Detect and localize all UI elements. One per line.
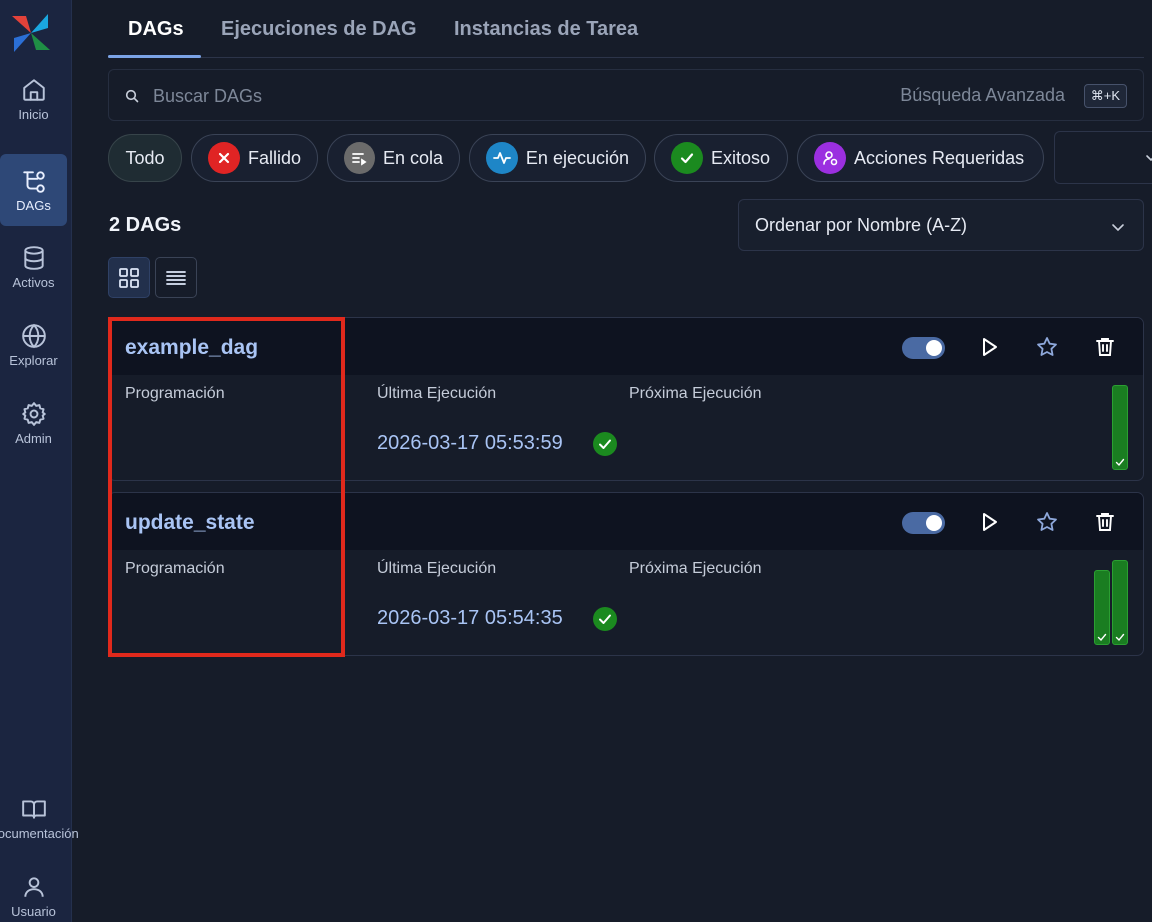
schedule-label: Programación	[125, 385, 225, 402]
advanced-search-link[interactable]: Búsqueda Avanzada	[900, 85, 1065, 106]
trash-icon	[1096, 513, 1114, 531]
book-icon	[21, 799, 46, 819]
play-icon	[983, 513, 997, 531]
globe-icon	[21, 323, 46, 348]
dag-card: update_state Programación Última Ejecuci…	[108, 492, 1144, 656]
filter-todo[interactable]: Todo	[108, 134, 182, 182]
search-shortcut-badge: ⌘+K	[1083, 84, 1127, 108]
success-icon	[593, 432, 617, 456]
sort-select[interactable]: Ordenar por Nombre (A-Z)	[738, 199, 1144, 251]
sidebar-item-label: Activos	[12, 274, 55, 290]
favorite-button[interactable]	[1035, 510, 1059, 534]
tab-ejecuciones-de-dag[interactable]: Ejecuciones de DAG	[221, 18, 417, 41]
search-bar: Búsqueda Avanzada ⌘+K	[108, 69, 1144, 121]
tab-bar: DAGs Ejecuciones de DAG Instancias de Ta…	[108, 0, 1144, 58]
star-icon	[1037, 512, 1057, 531]
success-icon	[593, 607, 617, 631]
user-icon	[23, 876, 44, 897]
sidebar-item-usuario[interactable]: Usuario	[0, 860, 67, 922]
sidebar-item-inicio[interactable]: Inicio	[0, 63, 67, 135]
dag-pause-toggle[interactable]	[902, 512, 945, 534]
filter-fallido[interactable]: Fallido	[191, 134, 318, 182]
trash-icon	[1096, 338, 1114, 356]
next-run-label: Próxima Ejecución	[629, 560, 762, 577]
sidebar: Inicio DAGs Activos Explorar Admin Docum…	[0, 0, 79, 922]
filter-label: Fallido	[247, 147, 301, 168]
filter-exitoso[interactable]: Exitoso	[654, 134, 788, 182]
check-icon	[1115, 633, 1125, 642]
check-icon	[671, 142, 703, 174]
card-view-button[interactable]	[108, 257, 150, 298]
sidebar-item-label: Explorar	[9, 352, 58, 368]
queue-icon	[344, 142, 375, 174]
last-run-date[interactable]: 2026-03-17 05:53:59	[377, 432, 563, 455]
filter-en-ejecucion[interactable]: En ejecución	[469, 134, 646, 182]
dag-card-header: update_state	[109, 493, 1143, 550]
chevron-down-icon	[1146, 155, 1152, 162]
dag-pause-toggle[interactable]	[902, 337, 945, 359]
next-run-label: Próxima Ejecución	[629, 385, 762, 402]
filter-label: Acciones Requeridas	[854, 147, 1025, 168]
schedule-label: Programación	[125, 560, 225, 577]
home-icon	[22, 78, 45, 101]
favorite-button[interactable]	[1035, 335, 1059, 359]
filter-en-cola[interactable]: En cola	[327, 134, 460, 182]
chevron-down-icon	[1112, 224, 1124, 232]
tab-instancias-de-tarea[interactable]: Instancias de Tarea	[454, 18, 638, 41]
x-icon	[208, 142, 240, 174]
search-input[interactable]	[153, 82, 753, 110]
dag-count: 2 DAGs	[109, 214, 182, 236]
grid-icon	[119, 267, 139, 288]
sidebar-item-dags[interactable]: DAGs	[0, 154, 67, 226]
sidebar-item-label: DAGs	[16, 197, 51, 213]
activity-icon	[486, 142, 518, 174]
recent-run-bar[interactable]	[1112, 560, 1128, 645]
sidebar-item-label: Inicio	[18, 106, 49, 122]
delete-dag-button[interactable]	[1093, 335, 1117, 359]
last-run-date[interactable]: 2026-03-17 05:54:35	[377, 607, 563, 630]
table-view-button[interactable]	[155, 257, 197, 298]
user-action-icon	[814, 142, 846, 174]
tab-dags[interactable]: DAGs	[128, 18, 184, 41]
sidebar-item-label: Admin	[15, 430, 52, 446]
filter-label: Exitoso	[711, 147, 771, 168]
more-filters-dropdown[interactable]	[1054, 131, 1152, 184]
airflow-logo[interactable]	[8, 10, 54, 56]
sort-label: Ordenar por Nombre (A-Z)	[755, 215, 968, 235]
sidebar-item-admin[interactable]: Admin	[0, 387, 67, 459]
sidebar-item-label: Usuario	[11, 903, 56, 919]
filter-label: En ejecución	[525, 147, 629, 168]
play-icon	[983, 338, 997, 356]
database-icon	[23, 245, 44, 270]
dag-card: example_dag Programación Última Ejecució…	[108, 317, 1144, 481]
dags-icon	[22, 170, 45, 193]
trigger-dag-button[interactable]	[977, 510, 1001, 534]
filter-acciones-requeridas[interactable]: Acciones Requeridas	[797, 134, 1044, 182]
dag-card-header: example_dag	[109, 318, 1143, 375]
sidebar-item-explorar[interactable]: Explorar	[0, 309, 67, 381]
list-icon	[166, 270, 186, 285]
star-icon	[1037, 337, 1057, 356]
check-icon	[1097, 633, 1107, 642]
dag-name-link[interactable]: update_state	[125, 511, 255, 535]
gear-icon	[21, 401, 46, 426]
check-icon	[1115, 458, 1125, 467]
recent-run-bar[interactable]	[1112, 385, 1128, 470]
sidebar-item-label: Documentación	[0, 825, 79, 841]
delete-dag-button[interactable]	[1093, 510, 1117, 534]
active-tab-indicator	[108, 55, 201, 58]
sidebar-item-documentacion[interactable]: Documentación	[0, 782, 79, 854]
dag-name-link[interactable]: example_dag	[125, 336, 258, 360]
filter-label: En cola	[382, 147, 443, 168]
filter-label: Todo	[125, 147, 165, 168]
trigger-dag-button[interactable]	[977, 335, 1001, 359]
last-run-label: Última Ejecución	[377, 560, 497, 577]
recent-run-bar[interactable]	[1094, 570, 1110, 645]
search-icon	[125, 89, 139, 103]
last-run-label: Última Ejecución	[377, 385, 497, 402]
sidebar-item-activos[interactable]: Activos	[0, 231, 67, 303]
